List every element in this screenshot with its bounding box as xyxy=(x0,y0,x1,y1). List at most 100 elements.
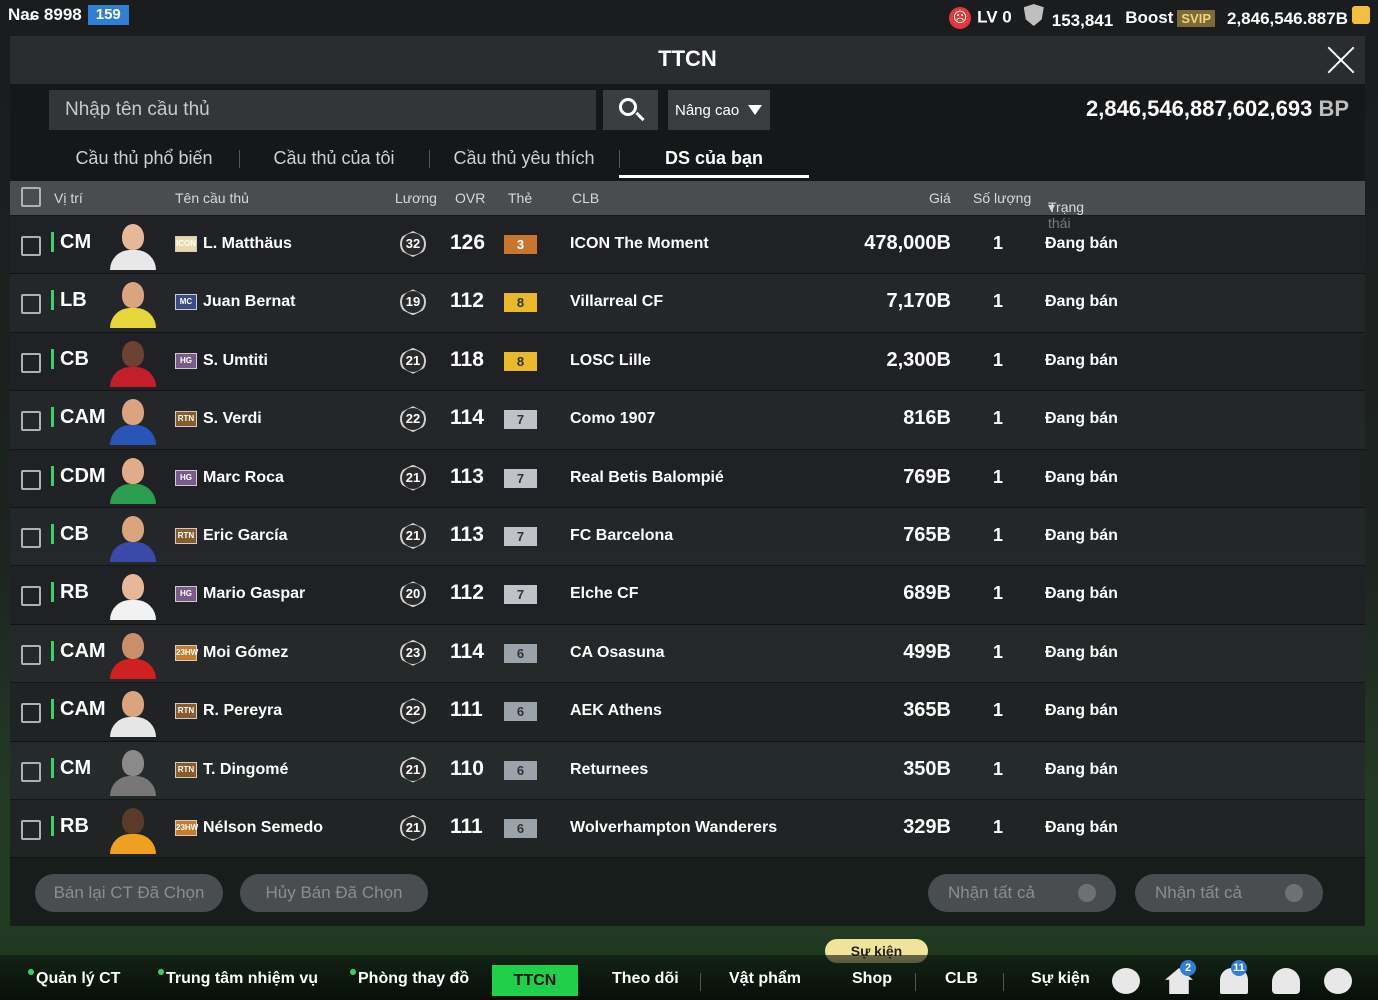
profile-icon[interactable] xyxy=(1272,968,1300,994)
club-name: Elche CF xyxy=(570,585,639,603)
transfer-market-panel: TTCN Nâng cao 2,846,546,887,602,693 BP C… xyxy=(10,36,1365,926)
claim-all-bp-button[interactable]: Nhận tất cả xyxy=(1135,874,1323,912)
nav-ttcn[interactable]: TTCN xyxy=(492,965,578,996)
row-checkbox[interactable] xyxy=(21,586,41,607)
salary-value: 21 xyxy=(400,464,426,491)
col-price[interactable]: Giá xyxy=(929,190,951,206)
price-value: 365B xyxy=(903,699,951,722)
new-dot-icon xyxy=(158,969,164,975)
player-position: CM xyxy=(51,757,91,778)
salary-value: 32 xyxy=(400,231,426,257)
table-row[interactable]: RB HG Mario Gaspar 20 112 7 Elche CF 689B 1 Đang … xyxy=(10,566,1365,625)
col-salary[interactable]: Lương xyxy=(395,190,437,206)
points-value: 153,841 xyxy=(1051,11,1114,30)
table-row[interactable]: CM ICON L. Matthäus 32 126 3 ICON The Moment 47… xyxy=(10,216,1365,275)
salary-value: 21 xyxy=(400,814,426,841)
points-stat[interactable]: 153,841 xyxy=(1023,4,1114,31)
row-checkbox[interactable] xyxy=(21,236,41,256)
club-name: Como 1907 xyxy=(570,410,656,428)
nav-follow[interactable]: Theo dõi xyxy=(612,970,679,988)
card-grade-badge: 7 xyxy=(504,585,537,605)
row-checkbox[interactable] xyxy=(21,352,41,373)
claim-all-players-button[interactable]: Nhận tất cả xyxy=(928,874,1116,912)
quantity-value: 1 xyxy=(993,700,1004,721)
table-row[interactable]: CAM 23HW Moi Gómez 23 114 6 CA Osasuna 499B 1 Đan… xyxy=(10,624,1365,684)
search-button[interactable] xyxy=(603,90,658,130)
quantity-value: 1 xyxy=(993,641,1004,662)
status-value: Đang bán xyxy=(1045,351,1118,369)
col-club[interactable]: CLB xyxy=(572,190,599,206)
table-row[interactable]: CAM RTN S. Verdi 22 114 7 Como 1907 816B 1 Đang b… xyxy=(10,391,1365,450)
row-checkbox[interactable] xyxy=(21,819,41,840)
player-avatar xyxy=(106,687,160,738)
quantity-value: 1 xyxy=(993,466,1004,487)
season-icon: HG xyxy=(175,352,197,369)
lv-stat[interactable]: ☹ LV 0 xyxy=(949,6,1012,29)
quantity-value: 1 xyxy=(993,758,1004,779)
row-checkbox[interactable] xyxy=(21,294,41,315)
bp-coin-icon xyxy=(1285,884,1303,902)
quantity-value: 1 xyxy=(993,291,1004,312)
row-checkbox[interactable] xyxy=(21,527,41,548)
account-info: Naɕ 8998 159 xyxy=(8,5,129,25)
cancel-selected-button[interactable]: Hủy Bán Đã Chọn xyxy=(240,874,428,912)
nav-divider xyxy=(915,973,916,991)
bp-unit: BP xyxy=(1318,96,1349,121)
nav-events[interactable]: Sự kiện xyxy=(1031,970,1090,988)
boost-stat[interactable]: Boost SVIP xyxy=(1125,8,1215,28)
player-list: CM ICON L. Matthäus 32 126 3 ICON The Moment 47… xyxy=(10,216,1365,859)
status-value: Đang bán xyxy=(1045,818,1118,836)
season-icon: RTN xyxy=(175,761,197,778)
player-position: CAM xyxy=(51,699,106,720)
resell-selected-button[interactable]: Bán lại CT Đã Chọn xyxy=(35,874,223,912)
col-position[interactable]: Vị trí xyxy=(54,190,83,206)
row-checkbox[interactable] xyxy=(21,411,41,432)
row-checkbox[interactable] xyxy=(21,761,41,782)
nav-club[interactable]: CLB xyxy=(945,970,978,988)
nav-manage-players[interactable]: Quản lý CT xyxy=(28,969,120,988)
row-checkbox[interactable] xyxy=(21,644,41,665)
row-checkbox[interactable] xyxy=(21,469,41,490)
currency-stats: ☹ LV 0 153,841 Boost SVIP 2,846,546.887B xyxy=(949,4,1370,31)
table-row[interactable]: CAM RTN R. Pereyra 22 111 6 AEK Athens 365B 1 Đan… xyxy=(10,683,1365,742)
player-name: L. Matthäus xyxy=(203,235,292,252)
table-row[interactable]: CB HG S. Umtiti 21 118 8 LOSC Lille 2,300B 1 Đang… xyxy=(10,332,1365,392)
player-position: CB xyxy=(51,523,89,544)
tab-popular-players[interactable]: Cầu thủ phổ biến xyxy=(49,140,239,178)
row-checkbox[interactable] xyxy=(21,703,41,724)
table-row[interactable]: LB MC Juan Bernat 19 112 8 Villarreal CF 7,170B… xyxy=(10,274,1365,333)
card-grade-badge: 6 xyxy=(504,760,537,780)
ovr-value: 114 xyxy=(450,406,484,430)
player-avatar xyxy=(106,337,160,387)
table-row[interactable]: RB 23HW Nélson Semedo 21 111 6 Wolverhampton W… xyxy=(10,799,1365,859)
bp-stat[interactable]: 2,846,546.887B xyxy=(1227,6,1370,29)
chat-icon[interactable] xyxy=(1112,968,1140,994)
gear-icon[interactable] xyxy=(1324,968,1352,994)
nav-items[interactable]: Vật phẩm xyxy=(729,970,801,988)
tab-bar: Cầu thủ phổ biến Cầu thủ của tôi Cầu thủ… xyxy=(49,140,809,178)
search-input[interactable] xyxy=(49,90,596,130)
nav-mission-center[interactable]: Trung tâm nhiệm vụ xyxy=(158,969,318,988)
player-name: Mario Gaspar xyxy=(203,585,306,603)
table-row[interactable]: CB RTN Eric García 21 113 7 FC Barcelona 765B 1 Đ… xyxy=(10,507,1365,567)
tab-my-listings[interactable]: DS của bạn xyxy=(619,140,809,178)
col-name[interactable]: Tên cầu thủ xyxy=(175,190,249,206)
player-name: R. Pereyra xyxy=(203,702,283,720)
tab-my-players[interactable]: Cầu thủ của tôi xyxy=(239,140,429,178)
col-ovr[interactable]: OVR xyxy=(455,190,485,206)
table-row[interactable]: CM RTN T. Dingomé 21 110 6 Returnees 350B 1 Đang … xyxy=(10,741,1365,800)
col-card[interactable]: Thẻ xyxy=(508,190,532,206)
salary-value: 22 xyxy=(400,698,426,725)
tab-favorite-players[interactable]: Cầu thủ yêu thích xyxy=(429,140,619,178)
player-name: T. Dingomé xyxy=(203,760,289,778)
nav-shop[interactable]: Shop xyxy=(852,970,892,988)
status-value: Đang bán xyxy=(1045,760,1118,778)
close-icon[interactable] xyxy=(1325,44,1357,76)
club-name: Villarreal CF xyxy=(570,293,664,311)
select-all-checkbox[interactable] xyxy=(21,187,41,207)
table-row[interactable]: CDM HG Marc Roca 21 113 7 Real Betis Balompié 7… xyxy=(10,449,1365,508)
nav-locker-room[interactable]: Phòng thay đồ xyxy=(350,969,469,988)
col-quantity[interactable]: Số lượng xyxy=(973,190,1031,206)
advanced-filter-dropdown[interactable]: Nâng cao xyxy=(668,90,770,130)
ovr-value: 113 xyxy=(450,522,484,546)
